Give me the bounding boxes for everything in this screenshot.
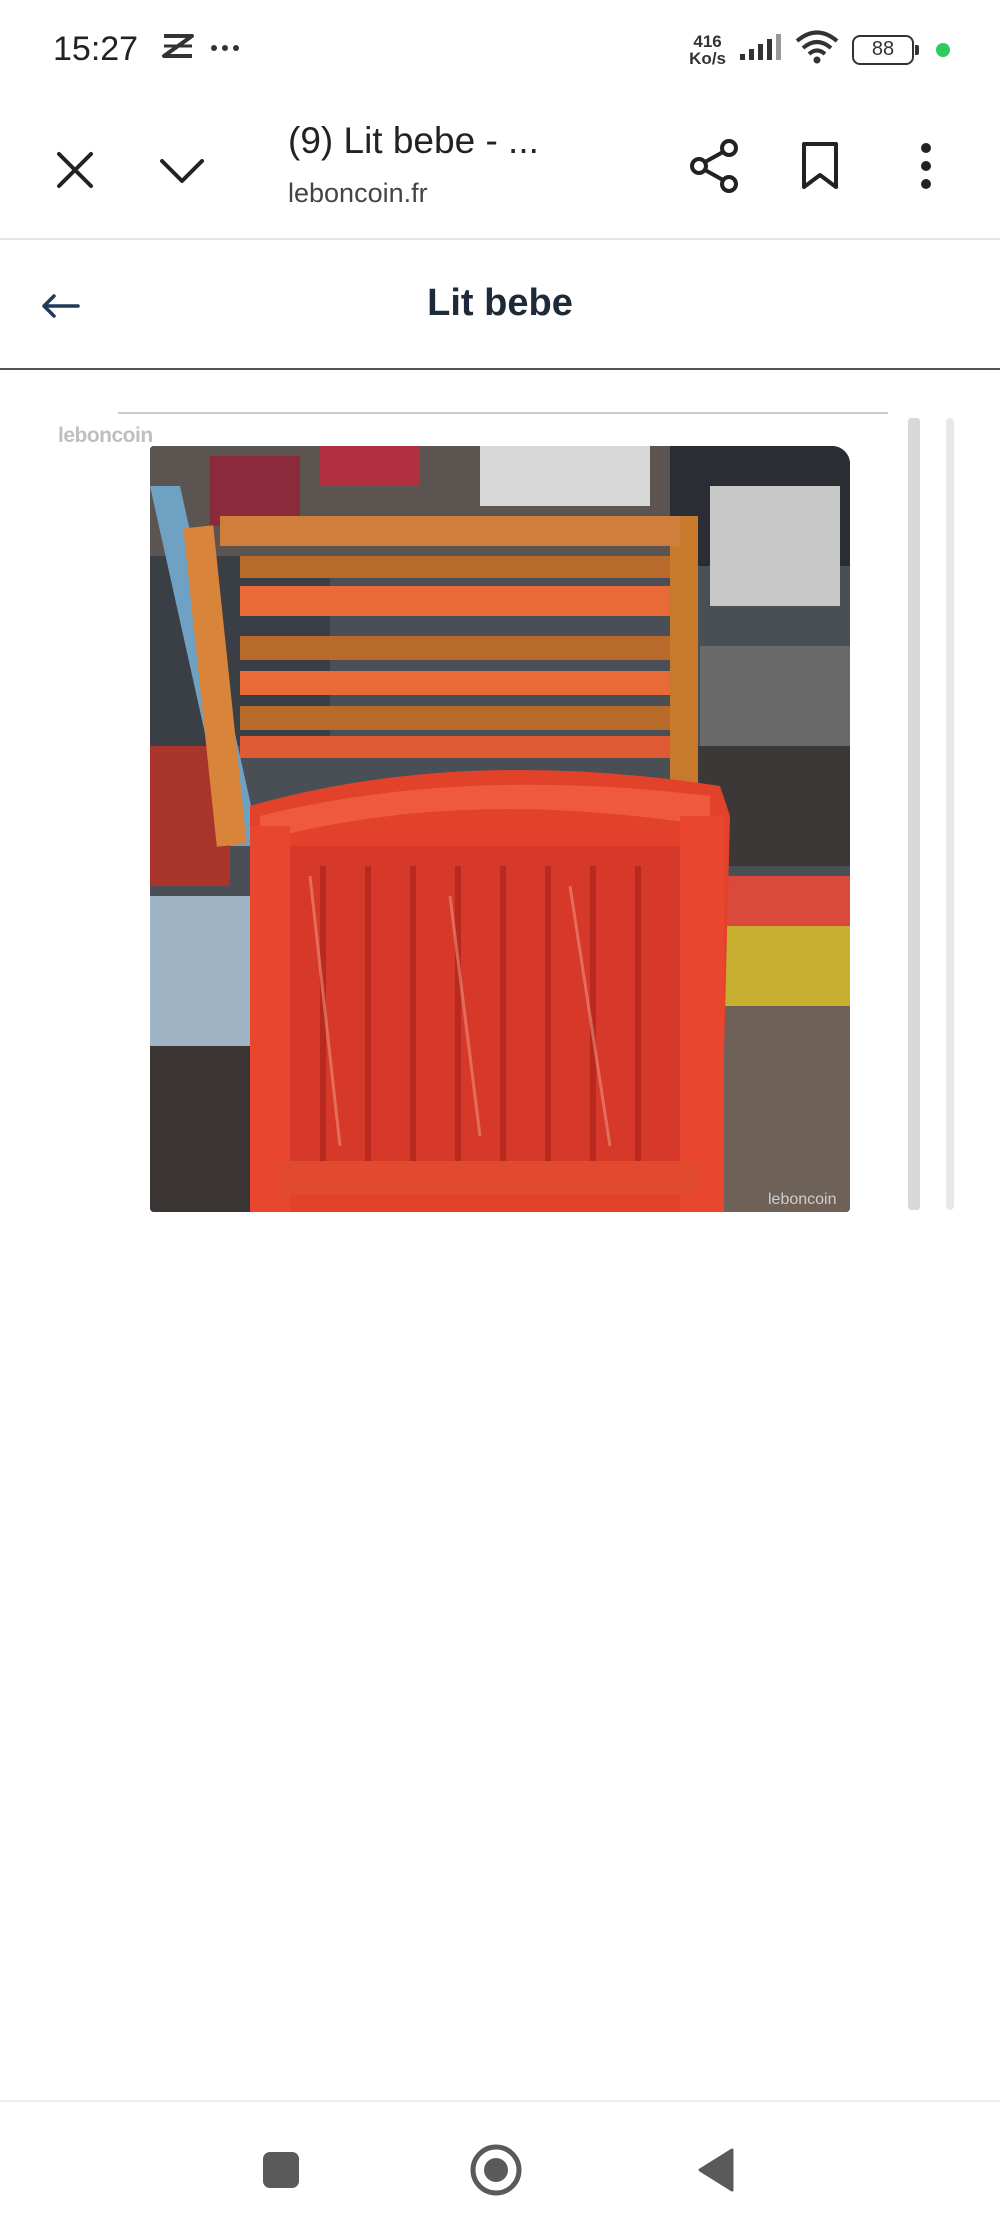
- net-speed-unit: Ko/s: [689, 48, 726, 68]
- privacy-indicator-dot: [936, 42, 950, 57]
- gallery-divider: [118, 412, 888, 414]
- chevron-down-icon[interactable]: [152, 140, 212, 200]
- tab-title[interactable]: (9) Lit bebe - ...: [288, 120, 539, 162]
- wifi-icon: [794, 30, 840, 69]
- signal-icon: [738, 32, 782, 67]
- browser-toolbar: (9) Lit bebe - ... leboncoin.fr: [0, 100, 1000, 240]
- home-icon[interactable]: [466, 2140, 526, 2200]
- close-icon[interactable]: [45, 140, 105, 200]
- photo-watermark: leboncoin: [768, 1191, 837, 1208]
- listing-photo[interactable]: leboncoin: [150, 446, 850, 1212]
- page-title: Lit bebe: [427, 282, 573, 324]
- tab-url[interactable]: leboncoin.fr: [288, 178, 428, 209]
- share-icon[interactable]: [682, 134, 746, 198]
- status-left-icons: [160, 32, 240, 65]
- photo-gallery[interactable]: leboncoin leboncoin: [0, 400, 1000, 1220]
- back-icon[interactable]: [686, 2140, 746, 2200]
- next-photo-edge[interactable]: [908, 418, 920, 1210]
- watermark: leboncoin: [58, 424, 153, 447]
- capcut-icon: [160, 32, 196, 65]
- more-notifications-icon: [210, 40, 240, 58]
- status-time: 15:27: [53, 30, 139, 68]
- more-vert-icon[interactable]: [894, 134, 958, 198]
- bookmark-icon[interactable]: [788, 134, 852, 198]
- page-header: Lit bebe: [0, 240, 1000, 370]
- next-photo-edge-2[interactable]: [946, 418, 954, 1210]
- recents-icon[interactable]: [251, 2140, 311, 2200]
- status-right-icons: 416 Ko/s 88: [689, 30, 950, 69]
- battery-icon: 88: [852, 34, 919, 65]
- status-bar: 15:27 416 Ko/s 88: [0, 0, 1000, 100]
- net-speed-value: 416: [693, 31, 722, 51]
- net-speed: 416 Ko/s: [689, 33, 726, 67]
- system-nav-bar: [0, 2102, 1000, 2226]
